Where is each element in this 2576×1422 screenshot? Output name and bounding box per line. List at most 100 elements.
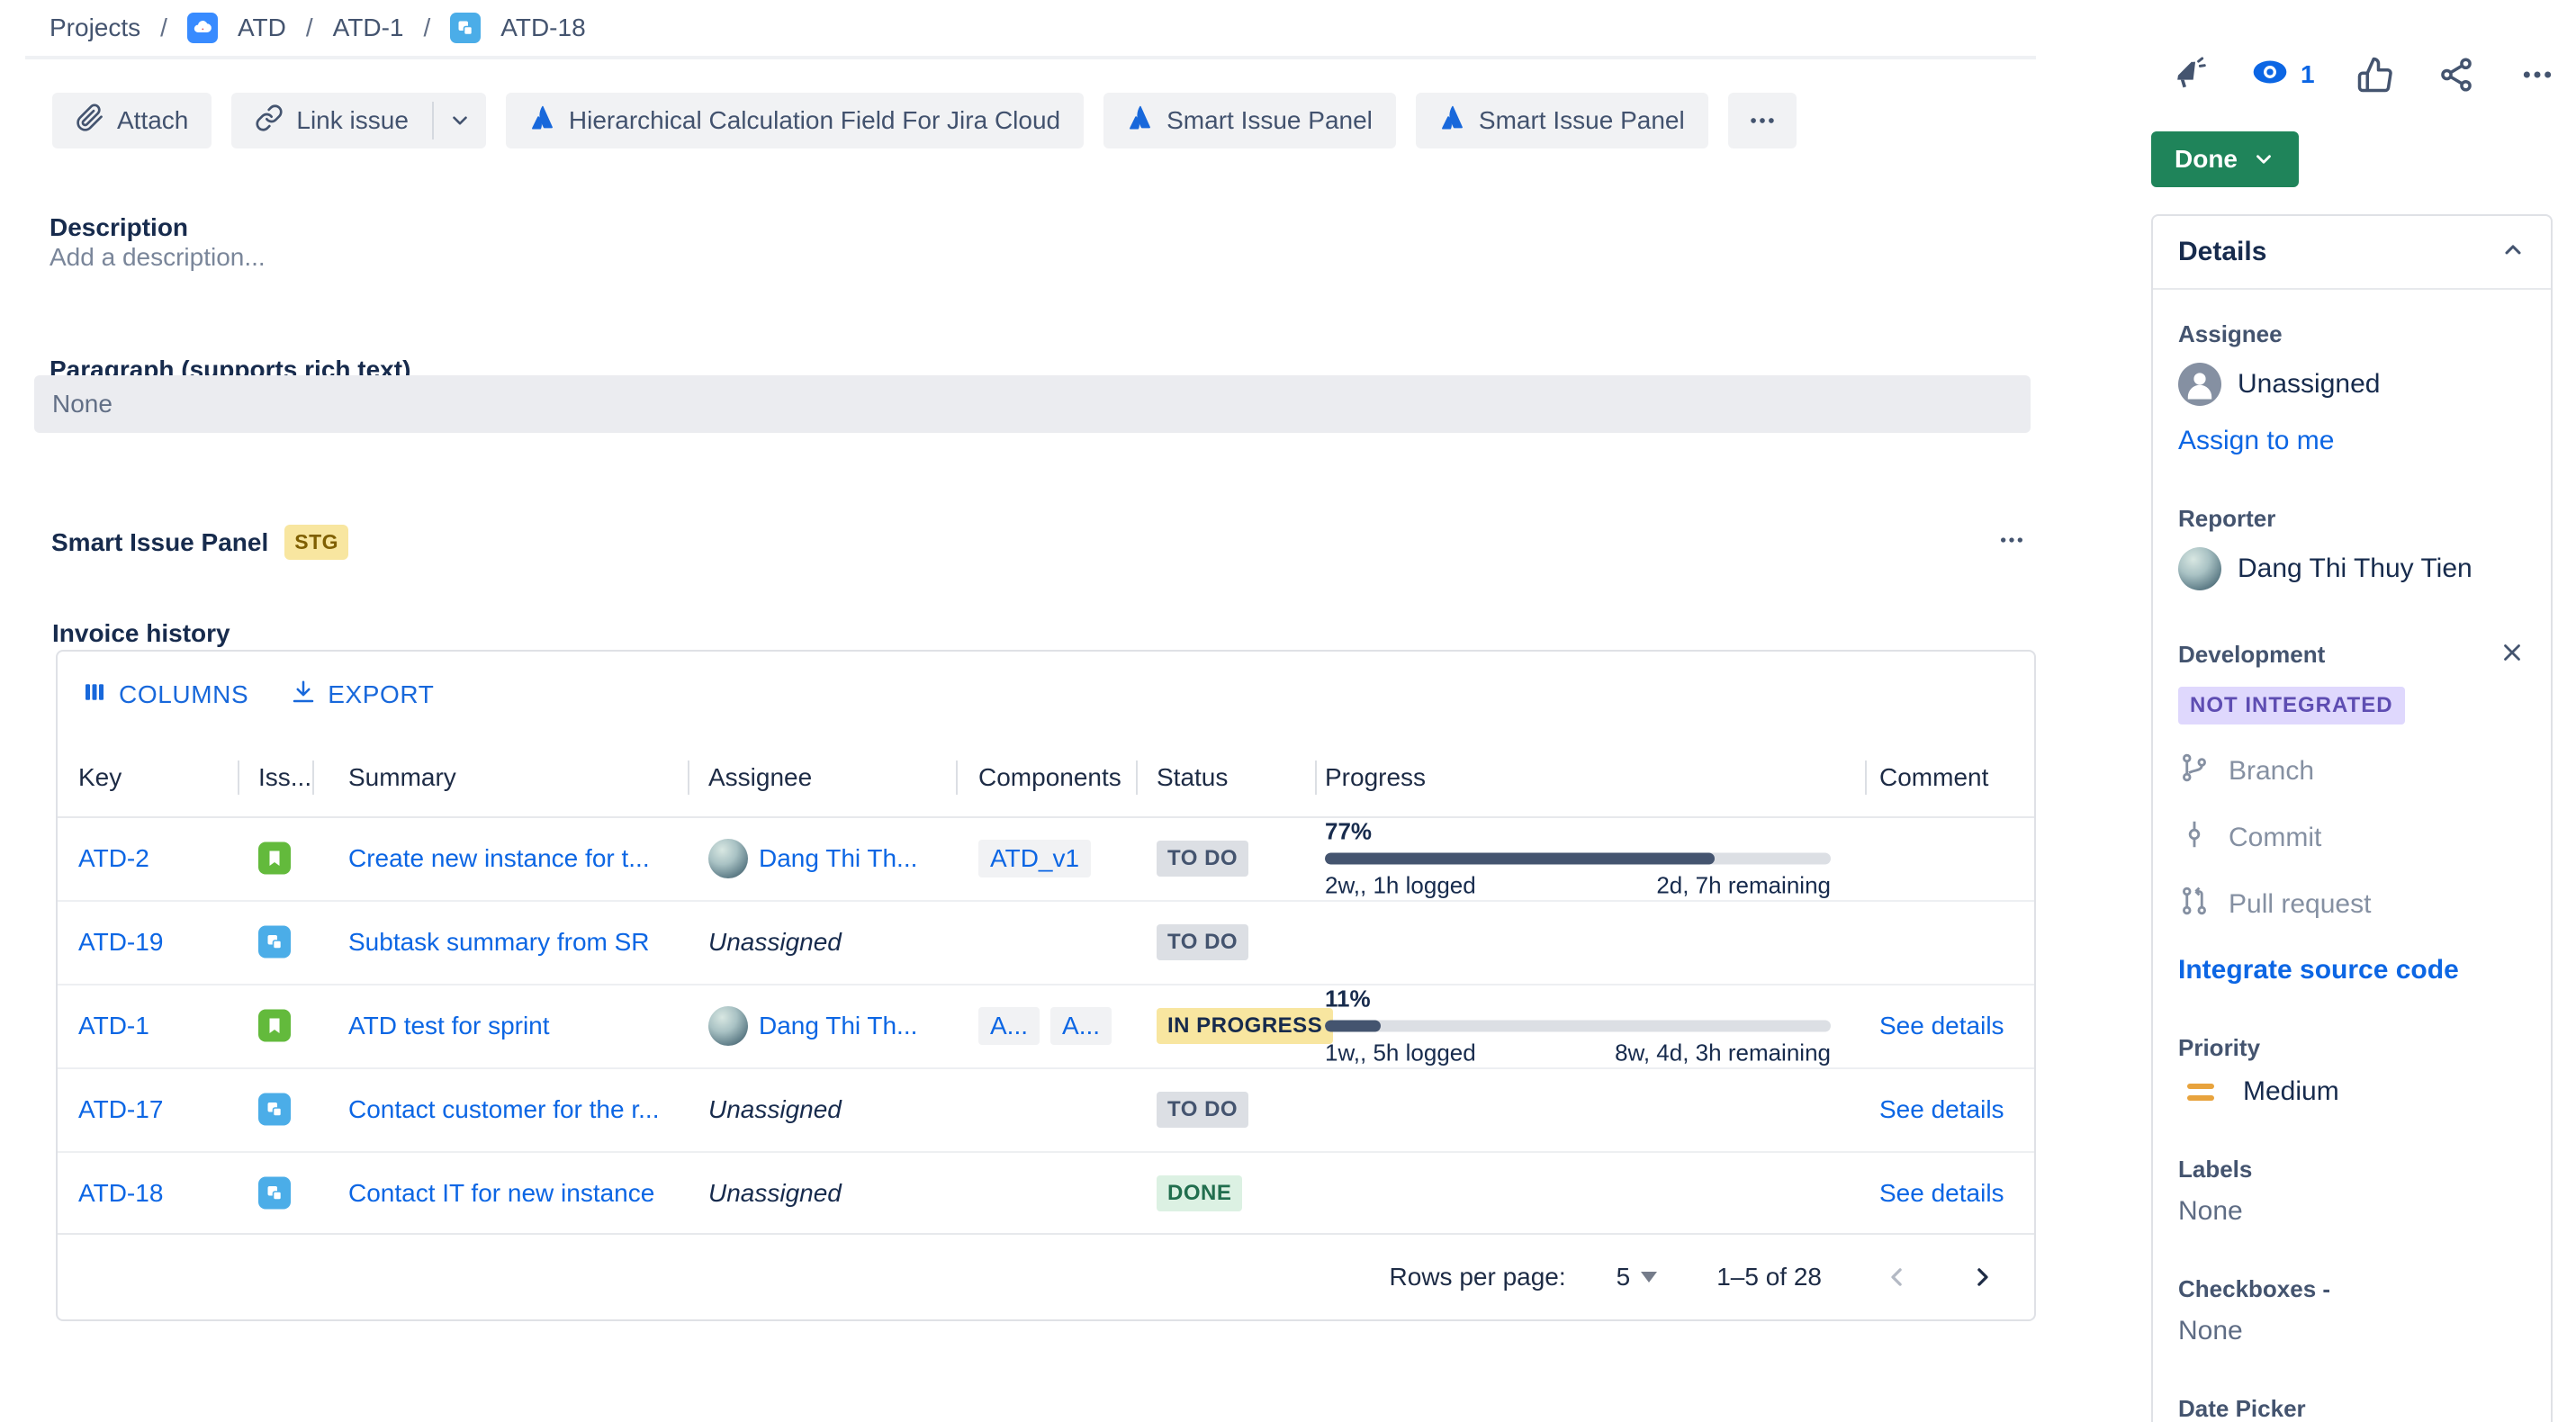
development-field: Development NOT INTEGRATED Branch xyxy=(2178,639,2526,986)
status-done-label: Done xyxy=(2175,145,2238,174)
see-details-link[interactable]: See details xyxy=(1879,1095,2004,1124)
avatar xyxy=(2178,547,2221,590)
column-header-assignee[interactable]: Assignee xyxy=(708,763,812,792)
column-header-components[interactable]: Components xyxy=(978,763,1121,792)
component-chip[interactable]: A... xyxy=(1050,1007,1112,1045)
priority-field: Priority Medium xyxy=(2178,1034,2526,1107)
attach-label: Attach xyxy=(117,106,188,135)
issue-key-link[interactable]: ATD-2 xyxy=(78,844,149,873)
column-separator[interactable] xyxy=(956,760,958,795)
reporter-value-row[interactable]: Dang Thi Thuy Tien xyxy=(2178,547,2526,590)
issue-key-link[interactable]: ATD-17 xyxy=(78,1095,163,1124)
status-done-button[interactable]: Done xyxy=(2151,131,2299,187)
paragraph-field-value[interactable]: None xyxy=(34,375,2031,433)
table-pagination: Rows per page: 5 1–5 of 28 xyxy=(58,1233,2034,1319)
close-icon[interactable] xyxy=(2499,639,2526,670)
unassigned-person-icon xyxy=(2178,363,2221,406)
component-chip[interactable]: ATD_v1 xyxy=(978,840,1091,878)
branch-item: Branch xyxy=(2178,752,2526,791)
description-placeholder[interactable]: Add a description... xyxy=(50,243,266,272)
issue-key-link[interactable]: ATD-18 xyxy=(78,1179,163,1208)
column-header-key[interactable]: Key xyxy=(78,763,122,792)
column-separator[interactable] xyxy=(238,760,239,795)
subtask-icon xyxy=(258,1093,291,1125)
issue-summary-link[interactable]: ATD test for sprint xyxy=(348,1012,550,1040)
column-header-issuetype[interactable]: Iss... xyxy=(258,763,311,792)
issue-summary-link[interactable]: Contact IT for new instance xyxy=(348,1179,654,1208)
development-label: Development xyxy=(2178,641,2325,669)
issue-actions: 1 xyxy=(2169,52,2558,96)
integrate-source-code-link[interactable]: Integrate source code xyxy=(2178,955,2459,986)
assign-to-me-link[interactable]: Assign to me xyxy=(2178,426,2334,456)
table-row: ATD-1 ATD test for sprint Dang Thi Th...… xyxy=(58,984,2034,1069)
link-issue-label: Link issue xyxy=(296,106,409,135)
issue-summary-link[interactable]: Create new instance for t... xyxy=(348,844,650,873)
link-issue-chevron-down-icon[interactable] xyxy=(434,93,486,148)
column-separator[interactable] xyxy=(1865,760,1867,795)
column-separator[interactable] xyxy=(312,760,314,795)
share-icon[interactable] xyxy=(2436,54,2477,95)
issue-summary-link[interactable]: Subtask summary from SR xyxy=(348,928,650,957)
progress-cell: 77% 2w,, 1h logged 2d, 7h remaining xyxy=(1325,817,1831,899)
commit-icon xyxy=(2178,818,2211,858)
column-separator[interactable] xyxy=(688,760,689,795)
more-actions-icon[interactable] xyxy=(2517,54,2558,95)
checkboxes-field: Checkboxes - None xyxy=(2178,1275,2526,1346)
assignee-field: Assignee Unassigned Assign to me xyxy=(2178,320,2526,456)
invoice-history-title: Invoice history xyxy=(52,619,230,648)
pagination-range: 1–5 of 28 xyxy=(1716,1263,1822,1292)
app-button-hierarchical-calculation[interactable]: Hierarchical Calculation Field For Jira … xyxy=(506,93,1084,148)
see-details-link[interactable]: See details xyxy=(1879,1179,2004,1208)
link-issue-split-button: Link issue xyxy=(231,93,486,148)
pull-request-label: Pull request xyxy=(2229,889,2371,920)
chevron-up-icon xyxy=(2500,238,2526,267)
issue-key-link[interactable]: ATD-1 xyxy=(78,1012,149,1040)
priority-value-row[interactable]: Medium xyxy=(2178,1076,2526,1107)
progress-percent: 77% xyxy=(1325,817,1831,845)
checkboxes-value[interactable]: None xyxy=(2178,1316,2526,1346)
feedback-megaphone-icon[interactable] xyxy=(2169,54,2211,95)
avatar xyxy=(708,1006,748,1046)
table-row: ATD-19 Subtask summary from SR Unassigne… xyxy=(58,900,2034,986)
progress-remaining: 8w, 4d, 3h remaining xyxy=(1615,1039,1831,1066)
issue-key-link[interactable]: ATD-19 xyxy=(78,928,163,957)
component-chip[interactable]: A... xyxy=(978,1007,1040,1045)
watch-button[interactable]: 1 xyxy=(2250,52,2315,96)
reporter-label: Reporter xyxy=(2178,505,2526,533)
labels-value[interactable]: None xyxy=(2178,1196,2526,1227)
story-icon xyxy=(258,1009,291,1041)
attach-button[interactable]: Attach xyxy=(52,93,212,148)
vote-thumbs-up-icon[interactable] xyxy=(2355,54,2396,95)
assignee-link[interactable]: Dang Thi Th... xyxy=(759,844,917,873)
link-issue-button[interactable]: Link issue xyxy=(231,93,432,148)
column-separator[interactable] xyxy=(1315,760,1317,795)
app-button-smart-issue-panel-2[interactable]: Smart Issue Panel xyxy=(1416,93,1708,148)
column-header-comment[interactable]: Comment xyxy=(1879,763,1988,792)
column-header-progress[interactable]: Progress xyxy=(1325,763,1426,792)
rows-per-page-select[interactable]: 5 xyxy=(1617,1263,1658,1292)
column-separator[interactable] xyxy=(1136,760,1138,795)
assignee-link[interactable]: Dang Thi Th... xyxy=(759,1012,917,1040)
export-button[interactable]: EXPORT xyxy=(290,679,434,712)
issue-summary-link[interactable]: Contact customer for the r... xyxy=(348,1095,659,1124)
breadcrumb-projects[interactable]: Projects xyxy=(50,14,140,42)
breadcrumb-current-issue[interactable]: ATD-18 xyxy=(500,14,585,42)
pagination-controls xyxy=(1878,1257,2002,1297)
progress-bar xyxy=(1325,852,1831,864)
assignee-value-row[interactable]: Unassigned xyxy=(2178,363,2526,406)
smart-panel-more-button[interactable] xyxy=(1985,520,2039,560)
branch-label: Branch xyxy=(2229,756,2314,787)
app-button-smart-issue-panel-1[interactable]: Smart Issue Panel xyxy=(1103,93,1396,148)
previous-page-button[interactable] xyxy=(1878,1257,1917,1297)
breadcrumb-parent-issue[interactable]: ATD-1 xyxy=(333,14,404,42)
columns-button[interactable]: COLUMNS xyxy=(81,679,248,712)
column-header-status[interactable]: Status xyxy=(1157,763,1228,792)
watch-count: 1 xyxy=(2301,60,2315,89)
see-details-link[interactable]: See details xyxy=(1879,1012,2004,1040)
next-page-button[interactable] xyxy=(1962,1257,2002,1297)
column-header-summary[interactable]: Summary xyxy=(348,763,456,792)
breadcrumb-project[interactable]: ATD xyxy=(238,14,286,42)
toolbar-more-button[interactable] xyxy=(1728,93,1797,148)
details-header[interactable]: Details xyxy=(2153,216,2551,290)
download-icon xyxy=(290,679,317,712)
